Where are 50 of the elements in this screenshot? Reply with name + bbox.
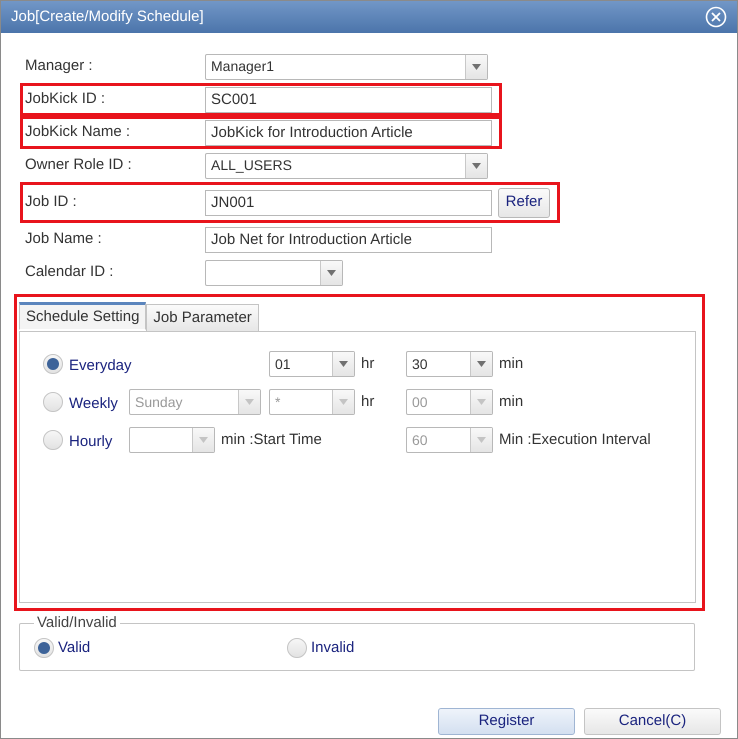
- dropdown-arrow-icon: [245, 399, 254, 406]
- unit-label: Min :Execution Interval: [499, 430, 651, 450]
- dialog-button[interactable]: Register: [438, 708, 575, 735]
- unit-label: min: [499, 392, 524, 412]
- field-label: Calendar ID :: [25, 262, 114, 282]
- text-field[interactable]: JobKick for Introduction Article: [205, 120, 492, 146]
- dropdown-arrow-icon: [472, 64, 481, 70]
- radio-label: Weekly: [69, 394, 118, 414]
- radio-button[interactable]: [43, 392, 63, 412]
- field-label: Job ID :: [25, 192, 78, 212]
- field-label: Manager :: [25, 56, 94, 76]
- radio-label: Invalid: [311, 638, 354, 658]
- radio-button[interactable]: [43, 354, 63, 374]
- radio-label: Hourly: [69, 432, 112, 452]
- field-label: Job Name :: [25, 229, 103, 250]
- window-title: Job[Create/Modify Schedule]: [11, 6, 204, 27]
- radio-label: Valid: [58, 638, 90, 658]
- unit-label: min: [499, 354, 524, 374]
- dropdown[interactable]: 30: [406, 351, 493, 378]
- dropdown[interactable]: 01: [269, 351, 355, 378]
- dropdown[interactable]: Manager1: [205, 54, 488, 80]
- unit-label: hr: [361, 392, 374, 412]
- field-label: JobKick ID :: [25, 89, 106, 110]
- text-field[interactable]: SC001: [205, 86, 492, 112]
- dropdown-arrow-icon: [477, 361, 486, 368]
- group-legend: Valid/Invalid: [34, 612, 120, 634]
- dropdown-arrow-icon: [477, 437, 486, 444]
- radio-button[interactable]: [34, 638, 54, 658]
- dropdown-arrow-icon: [477, 399, 486, 406]
- radio-label: Everyday: [69, 356, 132, 376]
- dropdown-arrow-icon: [327, 270, 336, 276]
- unit-label: hr: [361, 354, 374, 374]
- tab[interactable]: Schedule Setting: [19, 302, 146, 330]
- dropdown-arrow-icon: [472, 162, 481, 168]
- tab[interactable]: Job Parameter: [146, 304, 259, 332]
- radio-button[interactable]: [287, 638, 307, 658]
- radio-button[interactable]: [43, 430, 63, 450]
- unit-label: min :Start Time: [221, 430, 322, 450]
- dropdown[interactable]: ALL_USERS: [205, 152, 488, 178]
- field-label: Owner Role ID :: [25, 155, 133, 176]
- text-field[interactable]: JN001: [205, 190, 492, 216]
- close-icon[interactable]: [705, 6, 727, 28]
- refer-button[interactable]: Refer: [498, 188, 550, 218]
- text-field[interactable]: Job Net for Introduction Article: [205, 226, 492, 252]
- dropdown-arrow-icon: [199, 437, 208, 444]
- dialog-button[interactable]: Cancel(C): [584, 708, 721, 735]
- dropdown-arrow-icon: [339, 361, 348, 368]
- dropdown[interactable]: [205, 260, 343, 286]
- field-label: JobKick Name :: [25, 122, 132, 142]
- dropdown-arrow-icon: [339, 399, 348, 406]
